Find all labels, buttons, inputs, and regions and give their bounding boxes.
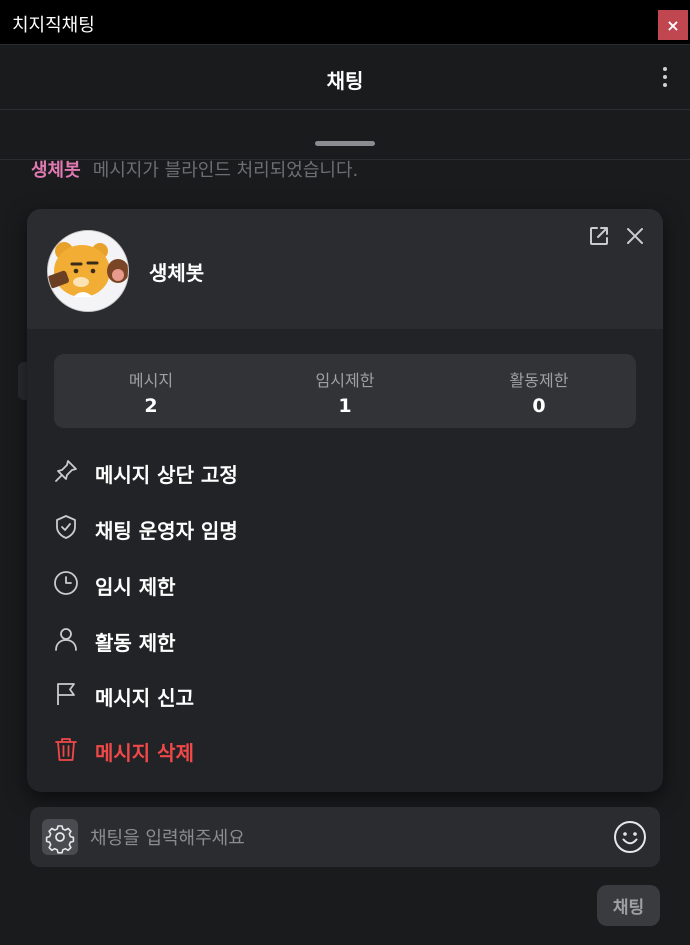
chat-message-nickname[interactable]: 생체봇	[31, 160, 81, 181]
stat-label: 임시제한	[315, 371, 375, 390]
chat-input[interactable]	[88, 819, 592, 857]
menu-item-label: 메시지 삭제	[95, 741, 194, 765]
user-stats: 메시지 2 임시제한 1 활동제한 0	[54, 354, 636, 428]
chat-message: 생체봇 메시지가 블라인드 처리되었습니다.	[31, 156, 358, 182]
shield-check-icon	[56, 515, 76, 539]
window-close-button[interactable]: ×	[658, 10, 688, 40]
menu-item-activity-restriction[interactable]: 활동 제한	[53, 619, 613, 659]
drag-handle[interactable]	[315, 141, 375, 146]
stat-label: 메시지	[128, 371, 174, 390]
popout-icon[interactable]	[588, 225, 610, 247]
window-titlebar: 치지직채팅 ×	[0, 0, 690, 45]
stat-value: 1	[338, 395, 352, 417]
drag-handle-bar	[0, 110, 690, 160]
trash-icon	[55, 738, 77, 761]
stat-value: 2	[144, 395, 158, 417]
menu-item-label: 메시지 신고	[95, 686, 194, 710]
menu-item-label: 임시 제한	[95, 575, 176, 599]
gear-icon	[45, 825, 75, 854]
stat-messages: 메시지 2	[54, 367, 248, 417]
chat-message-text: 메시지가 블라인드 처리되었습니다.	[92, 160, 359, 181]
menu-item-label: 활동 제한	[95, 631, 176, 655]
close-icon[interactable]	[625, 226, 645, 246]
menu-item-delete-message[interactable]: 메시지 삭제	[53, 729, 613, 769]
menu-item-label: 메시지 상단 고정	[95, 463, 238, 487]
menu-item-report-message[interactable]: 메시지 신고	[53, 674, 613, 714]
stat-label: 활동제한	[509, 371, 569, 390]
send-chat-button[interactable]: 채팅	[597, 885, 660, 926]
avatar	[47, 230, 129, 312]
user-icon	[55, 628, 77, 651]
clock-icon	[54, 571, 78, 595]
menu-item-label: 채팅 운영자 임명	[95, 519, 238, 543]
profile-header: 생체봇	[27, 209, 663, 329]
chat-settings-button[interactable]	[42, 819, 78, 855]
menu-item-pin-message[interactable]: 메시지 상단 고정	[53, 451, 613, 491]
chat-input-bar	[30, 807, 660, 867]
emoji-icon[interactable]	[613, 820, 647, 854]
stat-temporary-restriction: 임시제한 1	[248, 367, 442, 417]
menu-item-temporary-restriction[interactable]: 임시 제한	[53, 563, 613, 603]
profile-name: 생체봇	[149, 261, 205, 285]
user-profile-popup: 생체봇 메시지 2 임시제한 1 활동제한 0 메시지 상단 고정 채팅 운영자…	[27, 209, 663, 792]
chat-header: 채팅	[0, 45, 690, 110]
ryan-character-avatar-icon	[48, 231, 128, 311]
more-options-icon[interactable]	[658, 67, 672, 91]
stat-value: 0	[532, 395, 546, 417]
stat-activity-restriction: 활동제한 0	[442, 367, 636, 417]
window-title: 치지직채팅	[12, 15, 95, 36]
pin-icon	[55, 460, 77, 482]
menu-item-appoint-moderator[interactable]: 채팅 운영자 임명	[53, 507, 613, 547]
chat-title: 채팅	[326, 69, 364, 93]
flag-icon	[57, 683, 75, 705]
